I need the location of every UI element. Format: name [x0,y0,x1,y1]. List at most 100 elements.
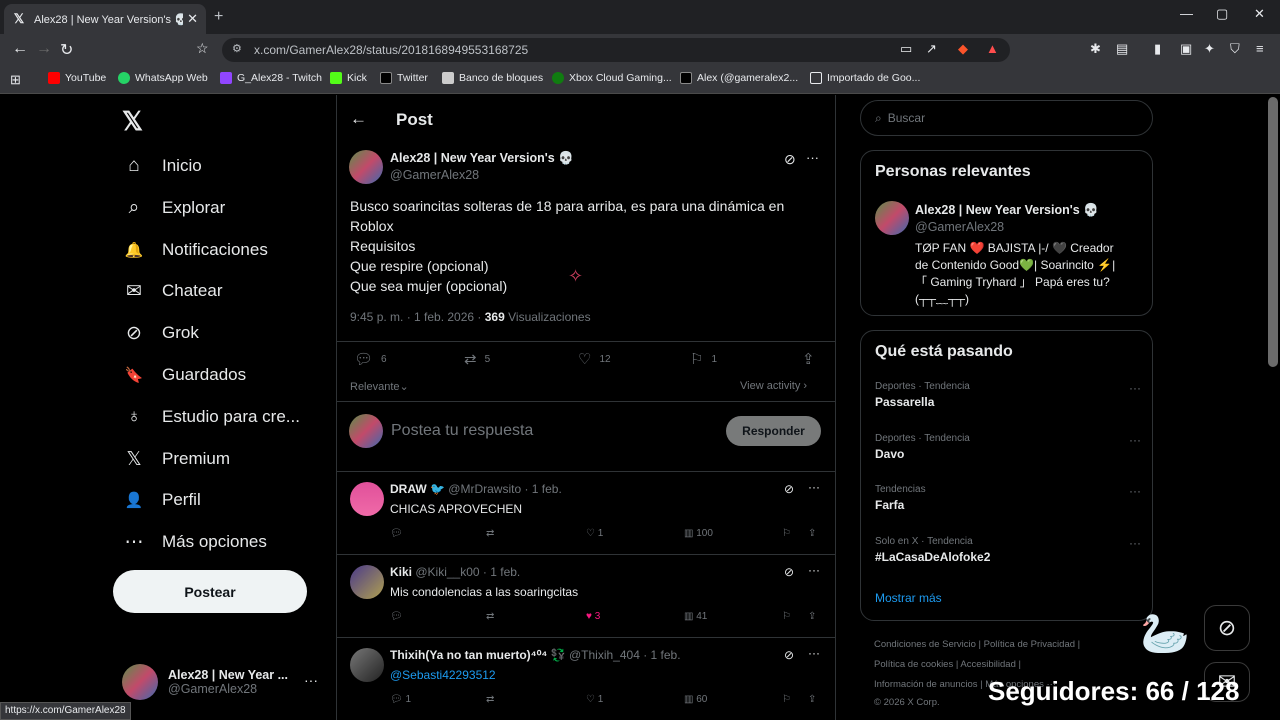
reply-author-name[interactable]: Thixih(Ya no tan muerto)⁴⁰⁴ 💱 [390,648,566,662]
reader-icon[interactable]: ▤ [1116,41,1128,57]
reply-repost-icon[interactable]: ⇄ [486,611,494,622]
reply-author-avatar[interactable] [350,482,384,516]
sidebar-item-mas-opciones[interactable]: ⋯ Más opciones [122,527,267,557]
bookmark-youtube[interactable]: YouTube [48,72,106,84]
forward-icon[interactable]: → [36,40,52,58]
minimize-button[interactable]: — [1180,6,1193,21]
grok-float-button[interactable]: ⊘ [1204,605,1250,651]
trend-more-icon[interactable]: ··· [1129,381,1141,395]
reply-handle[interactable]: @MrDrawsito · 1 feb. [448,482,562,496]
reply-mention-link[interactable]: @Sebasti42293512 [390,668,496,682]
reply-more-icon[interactable]: ··· [808,646,820,660]
scrollbar[interactable] [1268,97,1278,367]
sidebar-item-notificaciones[interactable]: 🔔 Notificaciones [122,235,268,265]
grok-icon[interactable]: ⊘ [784,482,794,496]
reply-share-icon[interactable]: ⇪ [808,611,816,622]
apps-icon[interactable]: ⊞ [10,72,21,88]
post-author-name[interactable]: Alex28 | New Year Version's 💀 [390,151,574,166]
reply-reply-icon[interactable]: 💬︎ [390,611,403,622]
reply-author-name[interactable]: Kiki [390,565,412,579]
back-icon[interactable]: ← [12,40,28,58]
sidebar-item-explorar[interactable]: ⌕ Explorar [122,193,226,223]
reply-item[interactable]: Kiki @Kiki__k00 · 1 feb. ⊘ ··· Mis condo… [350,563,822,629]
postear-button[interactable]: Postear [113,570,307,613]
new-tab-button[interactable]: + [214,8,223,26]
reply-views-action[interactable]: ▥ 60 [684,694,707,705]
sidebar-item-chatear[interactable]: ✉ Chatear [122,276,222,306]
reply-more-icon[interactable]: ··· [808,563,820,577]
account-switcher[interactable]: Alex28 | New Year ... @GamerAlex28 ··· [122,664,318,700]
close-window-button[interactable]: ✕ [1254,6,1265,22]
show-more-link[interactable]: Mostrar más [875,591,942,605]
reply-author-avatar[interactable] [350,648,384,682]
account-more-icon[interactable]: ··· [304,672,318,688]
reply-repost-icon[interactable]: ⇄ [486,528,494,539]
search-input[interactable]: ⌕ Buscar [860,100,1153,136]
brave-rewards-icon[interactable]: ▲ [986,41,999,56]
bookmark-alex[interactable]: Alex (@gameralex2... [680,72,798,84]
trend-more-icon[interactable]: ··· [1129,433,1141,447]
bookmark-kick[interactable]: Kick [330,72,367,84]
wallet-icon[interactable]: ▣ [1180,41,1192,57]
leo-icon[interactable]: ✦ [1204,41,1215,57]
share-icon[interactable]: ↗ [926,41,937,57]
reply-action[interactable]: 💬︎ 6 [354,350,387,368]
relevant-avatar[interactable] [875,201,909,235]
site-info-icon[interactable]: ⚙ [232,42,242,55]
reply-repost-icon[interactable]: ⇄ [486,694,494,705]
grok-explain-icon[interactable]: ⊘ [784,151,796,168]
vpn-icon[interactable]: ⛉ [1230,41,1240,57]
sidebar-toggle-icon[interactable]: ▮ [1154,41,1161,57]
sidebar-item-guardados[interactable]: 🔖 Guardados [122,360,246,390]
post-more-icon[interactable]: ··· [806,150,819,165]
footer-links[interactable]: Política de cookies | Accesibilidad | [874,659,1021,670]
share-action[interactable]: ⇪ [802,350,823,368]
trend-more-icon[interactable]: ··· [1129,484,1141,498]
grok-icon[interactable]: ⊘ [784,565,794,579]
trend-item[interactable]: Tendencias Farfa [875,484,926,512]
x-logo-icon[interactable]: 𝕏 [122,106,143,137]
footer-links[interactable]: Condiciones de Servicio | Política de Pr… [874,639,1080,650]
bookmark-twitch[interactable]: G_Alex28 - Twitch [220,72,322,84]
sidebar-item-grok[interactable]: ⊘ Grok [122,318,199,348]
reply-views-action[interactable]: ▥ 100 [684,528,713,539]
cast-icon[interactable]: ▭ [900,41,912,57]
maximize-button[interactable]: ▢ [1216,6,1228,22]
like-action[interactable]: ♡ 12 [578,350,611,368]
relevant-name[interactable]: Alex28 | New Year Version's 💀 [915,203,1099,218]
bookmark-xbox[interactable]: Xbox Cloud Gaming... [552,72,672,84]
browser-tab[interactable]: 𝕏 Alex28 | New Year Version's 💀 o ✕ [4,4,206,34]
reply-item[interactable]: Thixih(Ya no tan muerto)⁴⁰⁴ 💱 @Thixih_40… [350,646,822,712]
post-author-handle[interactable]: @GamerAlex28 [390,168,479,182]
reply-share-icon[interactable]: ⇪ [808,694,816,705]
reply-more-icon[interactable]: ··· [808,480,820,494]
reply-bookmark-icon[interactable]: ⚐ [782,611,791,622]
menu-icon[interactable]: ≡ [1256,41,1264,56]
grok-icon[interactable]: ⊘ [784,648,794,662]
back-arrow-icon[interactable]: ← [350,109,367,129]
trend-item[interactable]: Solo en X · Tendencia #LaCasaDeAlofoke2 [875,536,990,564]
reply-reply-action[interactable]: 💬︎ 1 [390,694,411,705]
reload-icon[interactable]: ↻ [60,40,73,60]
tab-close-icon[interactable]: ✕ [187,11,198,27]
view-activity-link[interactable]: View activity › [740,380,807,392]
reply-author-name[interactable]: DRAW 🐦 [390,482,445,496]
reply-views-action[interactable]: ▥ 41 [684,611,707,622]
sort-dropdown[interactable]: Relevante⌄ [350,380,409,393]
bookmark-page-icon[interactable]: ☆ [196,40,209,57]
reply-like-action[interactable]: ♡ 1 [586,528,603,539]
bookmark-folder[interactable]: Importado de Goo... [810,72,920,84]
reply-share-icon[interactable]: ⇪ [808,528,816,539]
sidebar-item-perfil[interactable]: 👤 Perfil [122,485,201,515]
reply-item[interactable]: DRAW 🐦 @MrDrawsito · 1 feb. ⊘ ··· CHICAS… [350,480,822,546]
relevant-handle[interactable]: @GamerAlex28 [915,220,1004,234]
post-author-avatar[interactable] [349,150,383,184]
sidebar-item-premium[interactable]: 𝕏 Premium [122,444,230,474]
extensions-icon[interactable]: ✱ [1090,41,1101,57]
trend-more-icon[interactable]: ··· [1129,536,1141,550]
reply-like-action[interactable]: ♥ 3 [586,611,600,622]
reply-author-avatar[interactable] [350,565,384,599]
reply-button[interactable]: Responder [726,416,821,446]
reply-input[interactable]: Postea tu respuesta [391,422,533,440]
bookmark-twitter[interactable]: Twitter [380,72,428,84]
